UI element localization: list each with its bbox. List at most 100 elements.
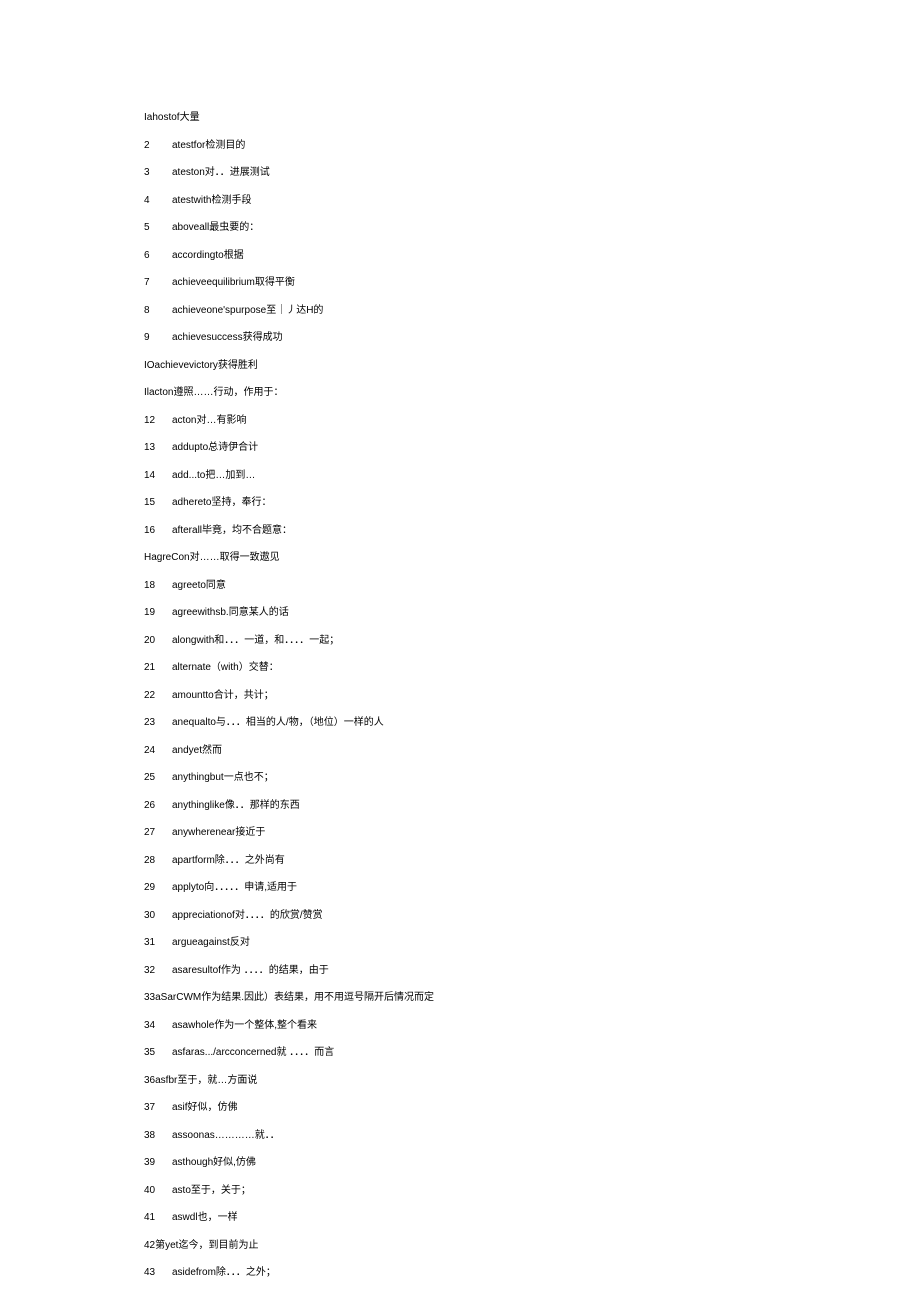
line-number: 2 (144, 141, 172, 151)
line-text: atestfor检测目的 (172, 140, 245, 151)
line-number: 9 (144, 333, 172, 343)
line-number: 35 (144, 1048, 172, 1058)
line-number: 14 (144, 471, 172, 481)
list-item: 8achieveone'spurpose至｜丿达H的 (144, 306, 920, 316)
line-text: Iahostof大量 (144, 112, 200, 123)
line-number: 25 (144, 773, 172, 783)
line-number: 39 (144, 1158, 172, 1168)
line-text: ateston对．．进展测试 (172, 167, 270, 178)
line-number: 32 (144, 966, 172, 976)
line-text: Ilacton遵照……行动，作用于： (144, 387, 283, 398)
line-number: 7 (144, 278, 172, 288)
line-text: asto至于，关于； (172, 1185, 251, 1196)
line-number: 4 (144, 196, 172, 206)
list-item: 29applyto向．．．．．申请,适用于 (144, 883, 920, 893)
line-text: add...to把…加到… (172, 470, 255, 481)
line-text: achieveequilibrium取得平衡 (172, 277, 295, 288)
line-number: 38 (144, 1131, 172, 1141)
list-item: HagreCon对……取得一致遨见 (144, 553, 920, 563)
line-number: 18 (144, 581, 172, 591)
list-item: 28apartform除．．．之外尚有 (144, 856, 920, 866)
list-item: 20alongwith和．．．一道，和．．．．一起； (144, 636, 920, 646)
line-text: anequalto与．．．相当的人/物，（地位）一样的人 (172, 717, 384, 728)
line-number: 43 (144, 1268, 172, 1278)
line-text: accordingto根据 (172, 250, 244, 261)
line-number: 12 (144, 416, 172, 426)
list-item: 26anythinglike像．．那样的东西 (144, 801, 920, 811)
line-text: achieveone'spurpose至｜丿达H的 (172, 305, 323, 316)
list-item: 41aswdl也，一样 (144, 1213, 920, 1223)
list-item: 15adhereto坚持，奉行： (144, 498, 920, 508)
vocabulary-list: Iahostof大量2atestfor检测目的3ateston对．．进展测试4a… (144, 113, 920, 1278)
line-text: agreewithsb.同意某人的话 (172, 607, 289, 618)
line-text: agreeto同意 (172, 580, 226, 591)
line-number: 20 (144, 636, 172, 646)
line-number: 40 (144, 1186, 172, 1196)
line-text: addupto总诗伊合计 (172, 442, 258, 453)
line-number: 19 (144, 608, 172, 618)
line-text: HagreCon对……取得一致遨见 (144, 552, 280, 563)
line-text: 33aSarCWM作为结果.因此）表结果，用不用逗号隔开后情况而定 (144, 992, 434, 1003)
line-text: amountto合计，共计； (172, 690, 274, 701)
line-text: alternate（with）交替： (172, 662, 279, 673)
list-item: 36asfbr至于，就…方面说 (144, 1076, 920, 1086)
line-number: 21 (144, 663, 172, 673)
line-number: 13 (144, 443, 172, 453)
line-number: 37 (144, 1103, 172, 1113)
line-text: anywherenear接近于 (172, 827, 265, 838)
list-item: 40asto至于，关于； (144, 1186, 920, 1196)
list-item: 14add...to把…加到… (144, 471, 920, 481)
line-number: 5 (144, 223, 172, 233)
list-item: 12acton对…有影响 (144, 416, 920, 426)
line-text: aboveall最虫要的： (172, 222, 259, 233)
list-item: 35asfaras.../arcconcerned就 ．．．．而言 (144, 1048, 920, 1058)
line-number: 24 (144, 746, 172, 756)
line-text: anythinglike像．．那样的东西 (172, 800, 300, 811)
list-item: 5aboveall最虫要的： (144, 223, 920, 233)
list-item: 16afterall毕竟，均不合题意： (144, 526, 920, 536)
line-number: 16 (144, 526, 172, 536)
line-text: 42第yet迄今，到目前为止 (144, 1240, 258, 1251)
line-text: assoonas…………就．． (172, 1130, 280, 1141)
list-item: 33aSarCWM作为结果.因此）表结果，用不用逗号隔开后情况而定 (144, 993, 920, 1003)
list-item: 38assoonas…………就．． (144, 1131, 920, 1141)
line-number: 34 (144, 1021, 172, 1031)
line-number: 8 (144, 306, 172, 316)
line-number: 29 (144, 883, 172, 893)
line-text: applyto向．．．．．申请,适用于 (172, 882, 297, 893)
list-item: 24andyet然而 (144, 746, 920, 756)
list-item: 19agreewithsb.同意某人的话 (144, 608, 920, 618)
list-item: 23anequalto与．．．相当的人/物，（地位）一样的人 (144, 718, 920, 728)
line-number: 27 (144, 828, 172, 838)
line-text: argueagainst反对 (172, 937, 250, 948)
list-item: 9achievesuccess获得成功 (144, 333, 920, 343)
list-item: IOachievevictory获得胜利 (144, 361, 920, 371)
list-item: 18agreeto同意 (144, 581, 920, 591)
line-text: andyet然而 (172, 745, 222, 756)
list-item: Iahostof大量 (144, 113, 920, 123)
line-text: asif好似，仿佛 (172, 1102, 238, 1113)
line-number: 23 (144, 718, 172, 728)
line-text: 36asfbr至于，就…方面说 (144, 1075, 257, 1086)
list-item: 34asawhole作为一个整体,整个看来 (144, 1021, 920, 1031)
line-text: appreciationof对．．．．的欣赏/赞赏 (172, 910, 323, 921)
line-text: atestwith检测手段 (172, 195, 251, 206)
list-item: 25anythingbut一点也不； (144, 773, 920, 783)
line-text: aswdl也，一样 (172, 1212, 238, 1223)
line-text: afterall毕竟，均不合题意： (172, 525, 292, 536)
list-item: 2atestfor检测目的 (144, 141, 920, 151)
line-number: 6 (144, 251, 172, 261)
line-number: 26 (144, 801, 172, 811)
line-text: apartform除．．．之外尚有 (172, 855, 285, 866)
list-item: 3ateston对．．进展测试 (144, 168, 920, 178)
list-item: Ilacton遵照……行动，作用于： (144, 388, 920, 398)
line-text: achievesuccess获得成功 (172, 332, 283, 343)
line-number: 30 (144, 911, 172, 921)
line-text: asthough好似,仿佛 (172, 1157, 256, 1168)
line-number: 31 (144, 938, 172, 948)
list-item: 30appreciationof对．．．．的欣赏/赞赏 (144, 911, 920, 921)
line-text: adhereto坚持，奉行： (172, 497, 271, 508)
list-item: 22amountto合计，共计； (144, 691, 920, 701)
line-number: 15 (144, 498, 172, 508)
line-number: 22 (144, 691, 172, 701)
